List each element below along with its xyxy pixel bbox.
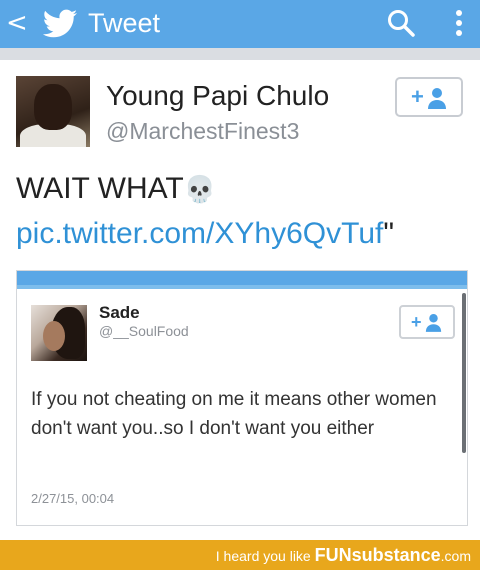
avatar[interactable] bbox=[16, 76, 90, 147]
watermark-domain: .com bbox=[440, 548, 471, 564]
user-handle[interactable]: @MarchestFinest3 bbox=[106, 117, 299, 145]
embedded-header-bar bbox=[17, 271, 467, 289]
more-vertical-icon[interactable] bbox=[452, 7, 466, 41]
user-display-name[interactable]: Young Papi Chulo bbox=[106, 80, 329, 112]
tweet-text-quote: " bbox=[383, 217, 394, 250]
back-icon[interactable]: < bbox=[6, 8, 28, 38]
embedded-scrollbar bbox=[462, 293, 466, 453]
embedded-handle: @__SoulFood bbox=[99, 323, 189, 339]
search-icon[interactable] bbox=[386, 8, 416, 38]
embedded-display-name: Sade bbox=[99, 303, 140, 322]
embedded-timestamp: 2/27/15, 00:04 bbox=[31, 491, 115, 506]
twitter-bird-icon bbox=[42, 9, 77, 38]
top-app-bar: < Tweet bbox=[0, 0, 480, 48]
follow-button[interactable]: + bbox=[395, 77, 463, 117]
skull-emoji-icon: 💀 bbox=[183, 175, 217, 205]
header-divider bbox=[0, 48, 480, 60]
watermark-caption: I heard you like bbox=[215, 548, 311, 564]
watermark-text: I heard you like FUNsubstance.com bbox=[216, 546, 471, 565]
embedded-screenshot[interactable]: Sade @__SoulFood + If you not cheating o… bbox=[16, 270, 468, 526]
tweet-link[interactable]: pic.twitter.com/XYhy6QvTuf bbox=[16, 217, 383, 250]
embedded-follow-button: + bbox=[399, 305, 455, 339]
plus-icon: + bbox=[411, 84, 424, 109]
tweet-text: WAIT WHAT💀 pic.twitter.com/XYhy6QvTuf" bbox=[16, 167, 472, 256]
watermark-footer: I heard you like FUNsubstance.com bbox=[0, 540, 480, 570]
watermark-brand: FUNsubstance bbox=[314, 545, 441, 565]
page-title: Tweet bbox=[88, 8, 161, 38]
tweet-text-body: WAIT WHAT bbox=[16, 172, 184, 205]
embedded-avatar bbox=[31, 305, 87, 361]
person-icon bbox=[425, 314, 442, 332]
plus-icon: + bbox=[411, 312, 422, 332]
embedded-tweet-text: If you not cheating on me it means other… bbox=[31, 389, 437, 439]
person-icon bbox=[428, 88, 446, 109]
